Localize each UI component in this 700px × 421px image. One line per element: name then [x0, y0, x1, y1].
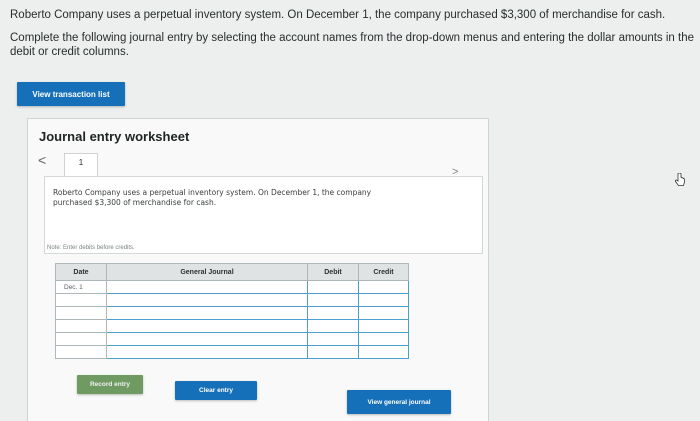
- account-select[interactable]: [106, 332, 308, 346]
- debit-input[interactable]: [307, 280, 359, 294]
- journal-table: Date General Journal Debit Credit Dec. 1: [55, 263, 409, 359]
- account-select[interactable]: [106, 280, 308, 294]
- table-row: [55, 332, 409, 346]
- instructions: Roberto Company uses a perpetual invento…: [10, 8, 695, 59]
- instruction-line-1: Roberto Company uses a perpetual invento…: [10, 9, 666, 21]
- previous-arrow-icon[interactable]: <: [38, 152, 46, 168]
- credit-input[interactable]: [358, 332, 409, 346]
- tab-1[interactable]: 1: [64, 153, 98, 177]
- debit-input[interactable]: [307, 345, 359, 359]
- date-cell: [55, 293, 107, 307]
- credit-header: Credit: [358, 263, 409, 281]
- note-text: Note: Enter debits before credits.: [47, 245, 135, 251]
- debit-input[interactable]: [307, 306, 359, 320]
- clear-entry-button[interactable]: Clear entry: [175, 381, 257, 400]
- description-box: Roberto Company uses a perpetual invento…: [44, 176, 483, 254]
- table-row: [55, 293, 409, 307]
- date-cell: [55, 306, 107, 320]
- credit-input[interactable]: [358, 293, 409, 307]
- record-entry-button[interactable]: Record entry: [77, 375, 143, 394]
- view-transaction-list-button[interactable]: View transaction list: [17, 82, 125, 106]
- account-select[interactable]: [106, 293, 308, 307]
- date-cell: [55, 345, 107, 359]
- hand-cursor-icon: [674, 173, 685, 186]
- date-cell: [55, 332, 107, 346]
- table-row: [55, 319, 409, 333]
- worksheet-title: Journal entry worksheet: [39, 129, 190, 144]
- transaction-description: Roberto Company uses a perpetual invento…: [53, 188, 372, 207]
- debit-header: Debit: [307, 263, 359, 281]
- next-arrow-icon[interactable]: >: [452, 166, 458, 178]
- instruction-line-2: Complete the following journal entry by …: [10, 32, 695, 58]
- date-cell: Dec. 1: [55, 280, 107, 294]
- table-row: Dec. 1: [55, 280, 409, 294]
- table-row: [55, 345, 409, 359]
- debit-input[interactable]: [307, 332, 359, 346]
- table-row: [55, 306, 409, 320]
- date-header: Date: [55, 263, 107, 281]
- date-cell: [55, 319, 107, 333]
- account-select[interactable]: [106, 319, 308, 333]
- account-select[interactable]: [106, 345, 308, 359]
- credit-input[interactable]: [358, 319, 409, 333]
- general-journal-header: General Journal: [106, 263, 308, 281]
- credit-input[interactable]: [358, 306, 409, 320]
- view-general-journal-button[interactable]: View general journal: [347, 390, 451, 414]
- credit-input[interactable]: [358, 280, 409, 294]
- debit-input[interactable]: [307, 293, 359, 307]
- account-select[interactable]: [106, 306, 308, 320]
- credit-input[interactable]: [358, 345, 409, 359]
- debit-input[interactable]: [307, 319, 359, 333]
